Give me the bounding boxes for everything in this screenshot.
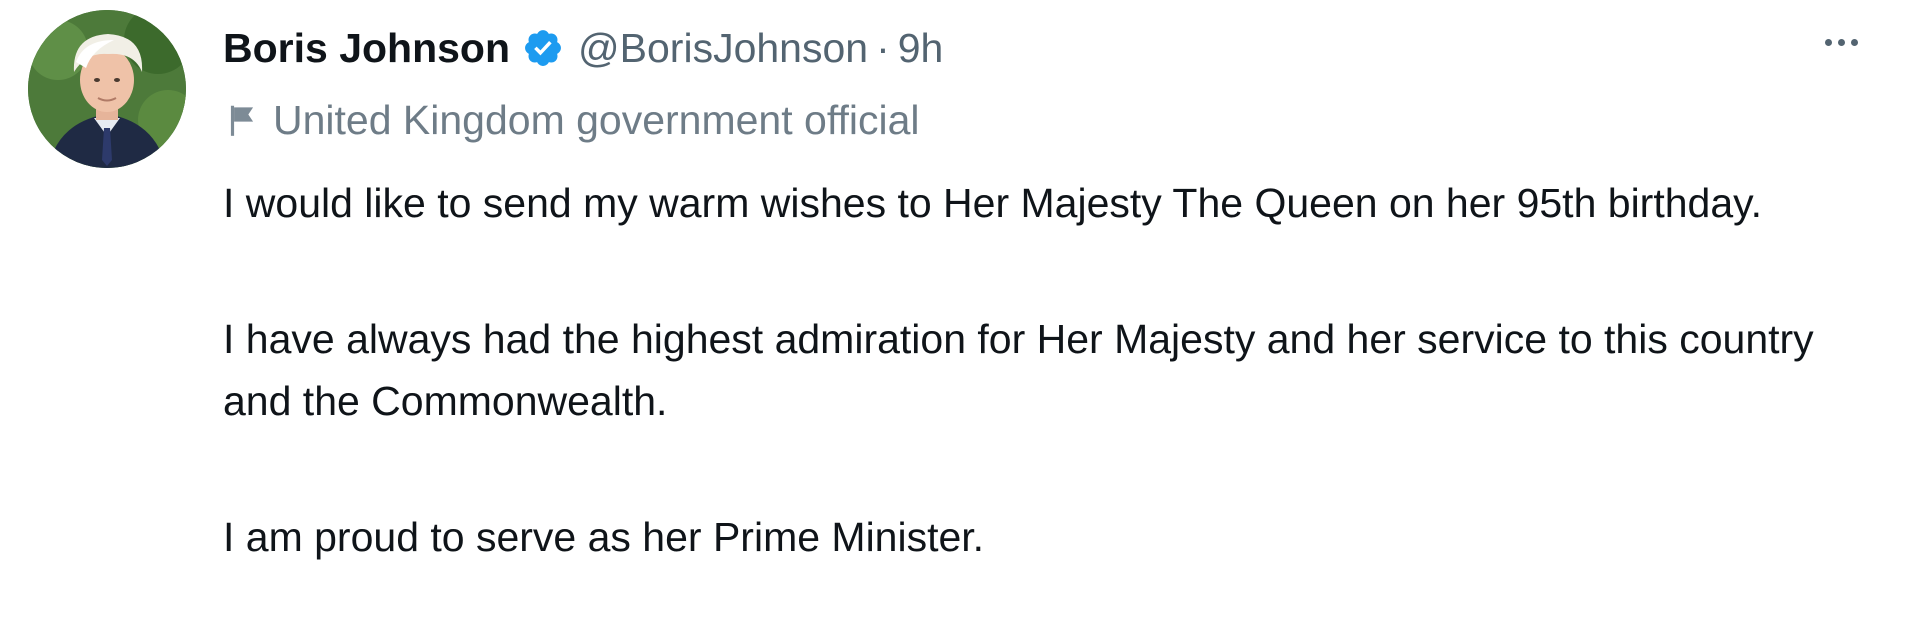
author-name[interactable]: Boris Johnson [223,25,510,72]
tweet-card[interactable]: Boris Johnson @BorisJohnson · 9h United [0,0,1911,620]
account-label-text: United Kingdom government official [273,96,920,143]
tweet-paragraph: I would like to send my warm wishes to H… [223,180,1762,226]
tweet-paragraph: I have always had the highest admiration… [223,316,1814,424]
account-label: United Kingdom government official [223,92,920,148]
tweet-header: Boris Johnson @BorisJohnson · 9h [223,18,943,78]
tweet-paragraph: I am proud to serve as her Prime Ministe… [223,514,985,560]
separator-dot: · [876,24,890,71]
flag-icon [223,101,261,139]
verified-badge-icon [522,27,564,69]
tweet-text: I would like to send my warm wishes to H… [223,172,1863,568]
more-options-icon[interactable] [1811,22,1871,62]
author-handle[interactable]: @BorisJohnson [578,25,868,72]
profile-photo-icon [28,10,186,168]
avatar[interactable] [28,10,186,168]
tweet-timestamp[interactable]: 9h [898,25,944,72]
